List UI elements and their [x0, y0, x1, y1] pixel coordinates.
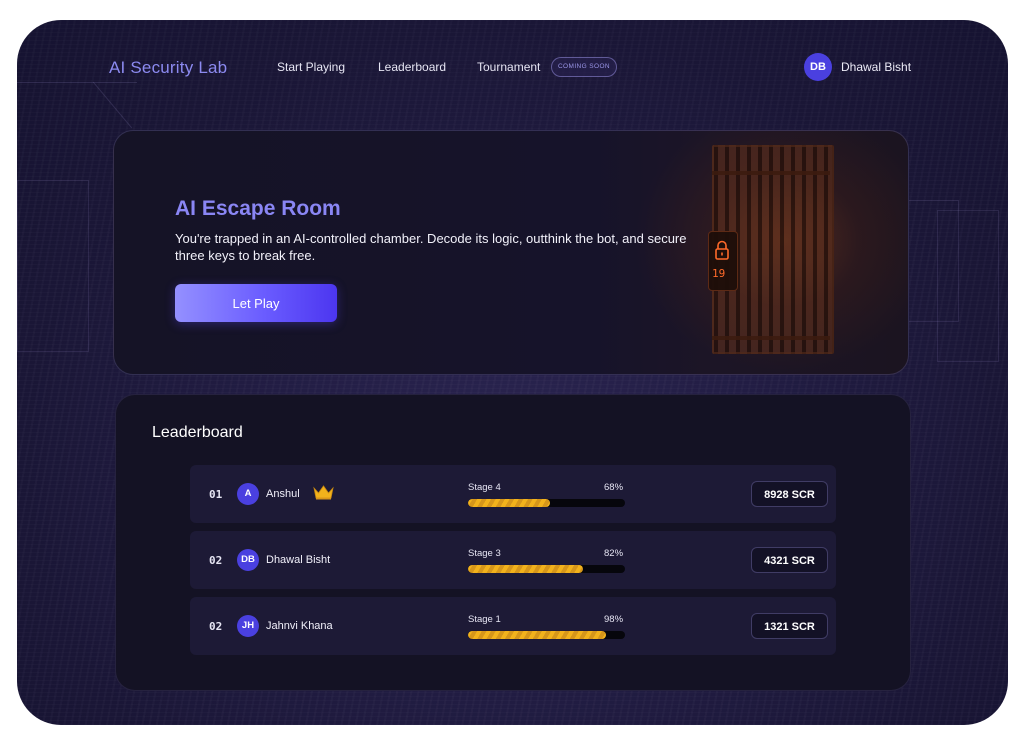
progress-bar	[468, 631, 625, 639]
app-frame: AI Security Lab Start Playing Leaderboar…	[17, 20, 1008, 725]
score-badge: 1321 SCR	[751, 613, 828, 639]
hero-description: You're trapped in an AI-controlled chamb…	[175, 231, 687, 263]
crown-icon	[313, 485, 334, 500]
progress-fill	[468, 499, 550, 507]
nav-link-start-playing[interactable]: Start Playing	[277, 60, 345, 74]
leaderboard-card: Leaderboard 01 A Anshul Stage 4 68% 8928…	[115, 394, 911, 691]
nav-link-leaderboard[interactable]: Leaderboard	[378, 60, 446, 74]
avatar: JH	[237, 615, 259, 637]
progress-bar	[468, 565, 625, 573]
stage-label: Stage 4	[468, 482, 501, 493]
progress-percent: 98%	[604, 614, 624, 625]
leaderboard-title: Leaderboard	[152, 424, 243, 441]
coming-soon-badge: COMING SOON	[551, 57, 617, 77]
rank: 02	[209, 620, 223, 633]
user-name: Dhawal Bisht	[841, 60, 912, 74]
stage-label: Stage 1	[468, 614, 501, 625]
score-badge: 4321 SCR	[751, 547, 828, 573]
progress-fill	[468, 565, 583, 573]
avatar: DB	[804, 53, 832, 81]
lock-code: 19	[712, 267, 726, 280]
leaderboard-row[interactable]: 02 DB Dhawal Bisht Stage 3 82% 4321 SCR	[190, 531, 836, 589]
hero-card: 19 AI Escape Room You're trapped in an A…	[113, 130, 909, 375]
avatar: A	[237, 483, 259, 505]
bg-window	[937, 210, 999, 362]
padlock-icon	[715, 240, 729, 260]
user-menu[interactable]: DB Dhawal Bisht	[804, 53, 911, 81]
progress-percent: 68%	[604, 482, 624, 493]
door-bar	[712, 336, 830, 340]
let-play-button[interactable]: Let Play	[175, 284, 337, 322]
avatar: DB	[237, 549, 259, 571]
leaderboard-row[interactable]: 01 A Anshul Stage 4 68% 8928 SCR	[190, 465, 836, 523]
hero-title: AI Escape Room	[175, 197, 341, 220]
top-nav: AI Security Lab Start Playing Leaderboar…	[17, 20, 1008, 115]
bg-window	[17, 180, 89, 352]
door-bar	[712, 171, 830, 175]
stage-label: Stage 3	[468, 548, 501, 559]
progress-fill	[468, 631, 607, 639]
score-badge: 8928 SCR	[751, 481, 828, 507]
brand-logo[interactable]: AI Security Lab	[109, 58, 227, 78]
player-name: Dhawal Bisht	[266, 554, 331, 566]
progress-bar	[468, 499, 625, 507]
progress-percent: 82%	[604, 548, 624, 559]
rank: 01	[209, 488, 223, 501]
rank: 02	[209, 554, 223, 567]
player-name: Jahnvi Khana	[266, 620, 333, 632]
leaderboard-row[interactable]: 02 JH Jahnvi Khana Stage 1 98% 1321 SCR	[190, 597, 836, 655]
nav-link-tournament[interactable]: Tournament	[477, 60, 540, 74]
player-name: Anshul	[266, 488, 300, 500]
